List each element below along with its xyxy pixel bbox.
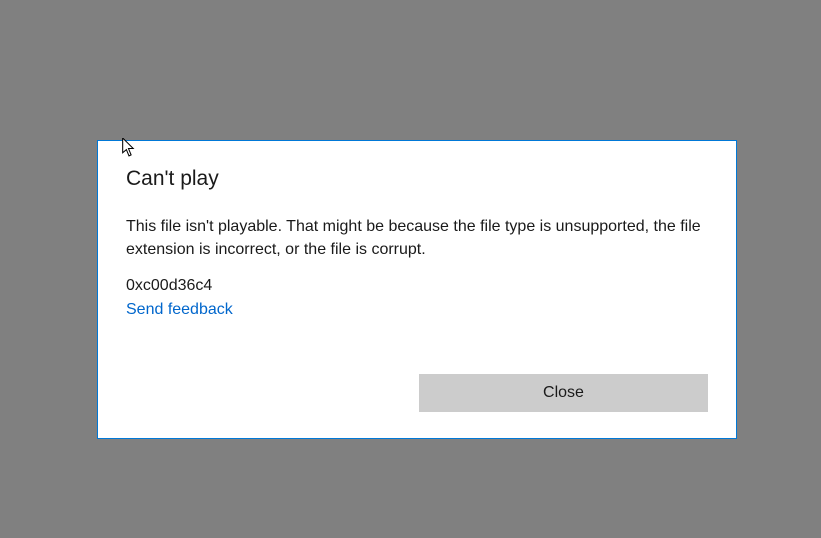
dialog-title: Can't play [126, 167, 708, 191]
dialog-message: This file isn't playable. That might be … [126, 215, 708, 261]
button-row: Close [126, 374, 708, 412]
error-code: 0xc00d36c4 [126, 277, 708, 295]
close-button[interactable]: Close [419, 374, 708, 412]
send-feedback-link[interactable]: Send feedback [126, 301, 708, 319]
error-dialog: Can't play This file isn't playable. Tha… [97, 140, 737, 439]
